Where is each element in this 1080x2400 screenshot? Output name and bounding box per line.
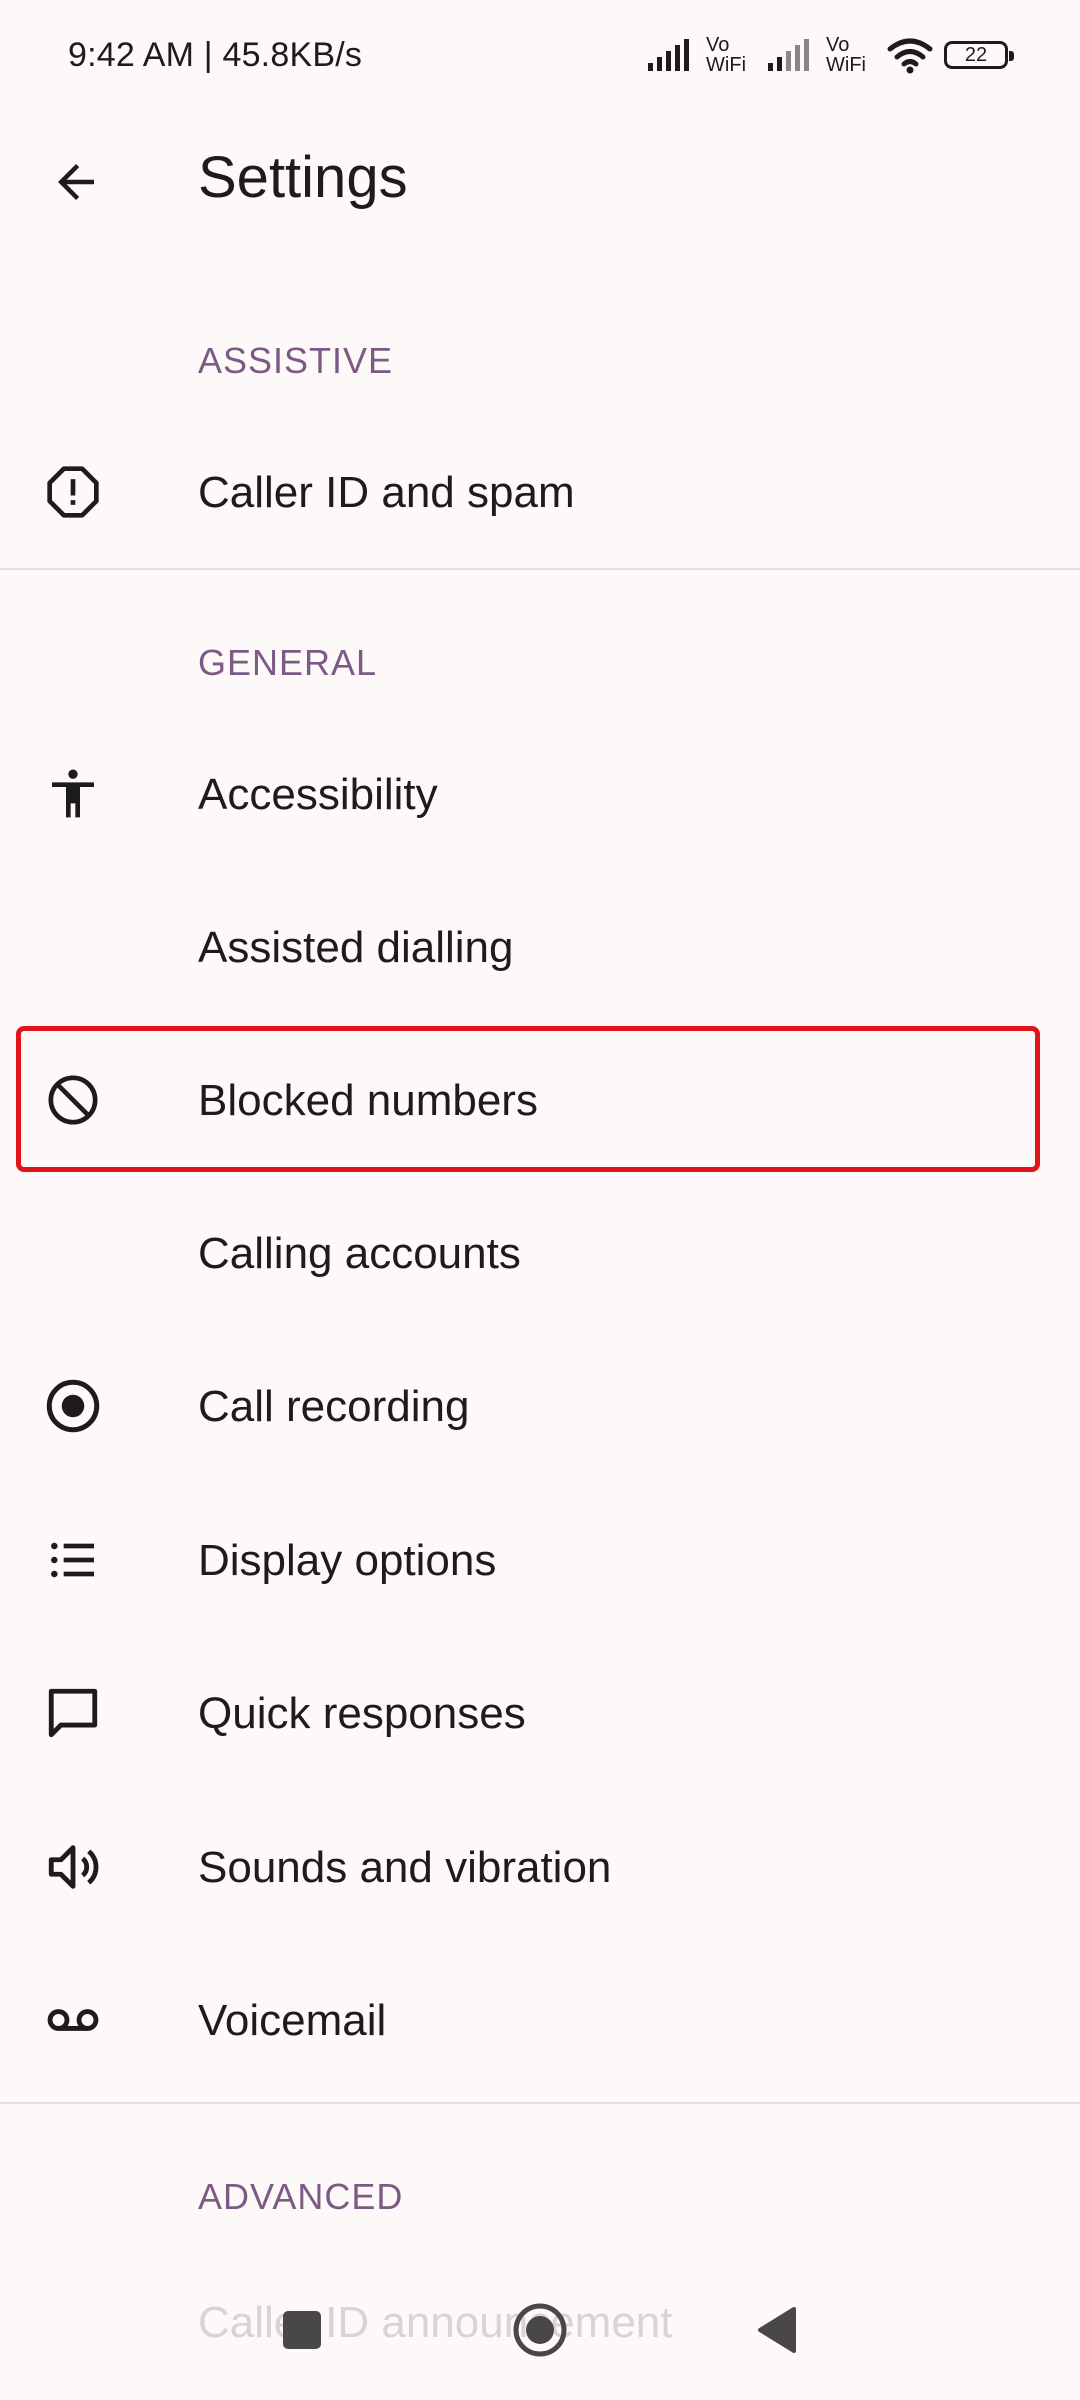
settings-item-display-options[interactable]: Display options	[0, 1484, 1080, 1634]
vowifi-badge: Vo WiFi	[706, 35, 746, 75]
alert-octagon-icon	[38, 457, 108, 527]
circle-icon	[513, 2303, 567, 2357]
vowifi-vo-label: Vo	[706, 34, 730, 56]
list-icon	[38, 1525, 108, 1595]
section-header-general: GENERAL	[198, 642, 378, 683]
settings-item-label: Accessibility	[198, 770, 438, 819]
triangle-back-icon	[758, 2307, 796, 2353]
settings-item-voicemail[interactable]: Voicemail	[0, 1944, 1080, 2094]
settings-item-accessibility[interactable]: Accessibility	[0, 718, 1080, 868]
settings-item-label: Sounds and vibration	[198, 1843, 612, 1892]
nav-back-button[interactable]	[736, 2290, 816, 2370]
settings-item-calling-accounts[interactable]: Calling accounts	[0, 1177, 1080, 1327]
page-title: Settings	[198, 145, 408, 210]
vowifi-wifi-label-2: WiFi	[826, 54, 866, 76]
app-bar: Settings	[0, 120, 1080, 240]
status-time-speed: 9:42 AM | 45.8KB/s	[68, 36, 363, 74]
settings-item-quick-responses[interactable]: Quick responses	[0, 1637, 1080, 1787]
status-bar: 9:42 AM | 45.8KB/s Vo WiFi Vo WiFi 22	[0, 0, 1080, 120]
signal-icon-2	[768, 39, 810, 71]
battery-icon: 22	[944, 41, 1014, 69]
settings-item-blocked-numbers[interactable]: Blocked numbers	[0, 1024, 1080, 1174]
section-header-advanced: ADVANCED	[198, 2176, 404, 2217]
vowifi-vo-label-2: Vo	[826, 34, 850, 56]
settings-item-label: Quick responses	[198, 1689, 526, 1738]
settings-item-label: Display options	[198, 1536, 497, 1585]
accessibility-icon	[38, 759, 108, 829]
voicemail-icon	[38, 1985, 108, 2055]
settings-item-label: Caller ID and spam	[198, 468, 575, 517]
settings-item-caller-id-spam[interactable]: Caller ID and spam	[0, 416, 1080, 566]
settings-item-sounds-vibration[interactable]: Sounds and vibration	[0, 1791, 1080, 1941]
settings-item-label: Voicemail	[198, 1996, 387, 2045]
wifi-icon	[887, 38, 933, 74]
record-icon	[38, 1371, 108, 1441]
chat-bubble-icon	[38, 1678, 108, 1748]
vowifi-badge-2: Vo WiFi	[826, 35, 866, 75]
divider	[0, 568, 1080, 570]
volume-icon	[38, 1832, 108, 1902]
vowifi-wifi-label: WiFi	[706, 54, 747, 76]
section-header-assistive: ASSISTIVE	[198, 340, 394, 381]
settings-item-label: Assisted dialling	[198, 923, 514, 972]
back-button[interactable]	[36, 142, 116, 222]
settings-item-label: Call recording	[198, 1382, 470, 1431]
divider	[0, 2102, 1080, 2104]
square-icon	[283, 2311, 321, 2349]
settings-item-call-recording[interactable]: Call recording	[0, 1330, 1080, 1480]
recents-button[interactable]	[262, 2290, 342, 2370]
arrow-back-icon	[58, 164, 94, 200]
system-nav-bar	[0, 2260, 1080, 2400]
home-button[interactable]	[500, 2290, 580, 2370]
settings-item-label: Blocked numbers	[198, 1076, 538, 1125]
signal-icon	[648, 39, 690, 71]
settings-item-assisted-dialling[interactable]: Assisted dialling	[0, 871, 1080, 1021]
battery-level: 22	[964, 43, 988, 66]
status-icons: Vo WiFi Vo WiFi 22	[646, 30, 1014, 80]
block-icon	[38, 1065, 108, 1135]
settings-item-label: Calling accounts	[198, 1229, 521, 1278]
